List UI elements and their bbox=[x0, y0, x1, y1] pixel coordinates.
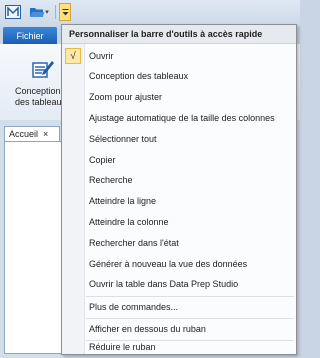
menu-item-selectionner-tout[interactable]: Sélectionner tout bbox=[84, 129, 296, 149]
table-design-icon[interactable] bbox=[32, 59, 54, 79]
menu-header: Personnaliser la barre d'outils à accès … bbox=[62, 25, 296, 44]
tab-accueil[interactable]: Accueil × bbox=[4, 126, 60, 141]
menu-item-copier[interactable]: Copier bbox=[84, 150, 296, 170]
quick-access-toolbar: ▾ bbox=[0, 0, 300, 26]
menu-item-ajustage-colonnes[interactable]: Ajustage automatique de la taille des co… bbox=[84, 108, 296, 128]
app-icon[interactable] bbox=[4, 3, 22, 21]
open-folder-icon[interactable]: ▾ bbox=[27, 3, 51, 21]
menu-item-reduire-ruban[interactable]: Réduire le ruban bbox=[84, 340, 296, 354]
customize-arrow-icon bbox=[62, 8, 68, 15]
menu-item-conception-tableaux[interactable]: Conception des tableaux bbox=[84, 66, 296, 86]
tab-accueil-label: Accueil bbox=[9, 129, 39, 139]
file-tab[interactable]: Fichier bbox=[3, 27, 57, 44]
customize-toolbar-dropdown[interactable] bbox=[59, 3, 71, 21]
menu-item-ouvrir[interactable]: Ouvrir bbox=[84, 46, 296, 66]
customize-toolbar-menu: Personnaliser la barre d'outils à accès … bbox=[61, 24, 297, 355]
menu-item-plus-commandes[interactable]: Plus de commandes... bbox=[84, 297, 296, 317]
chevron-down-icon: ▾ bbox=[45, 9, 49, 16]
menu-item-ouvrir-data-prep[interactable]: Ouvrir la table dans Data Prep Studio bbox=[84, 274, 296, 294]
menu-item-rechercher-etat[interactable]: Rechercher dans l'état bbox=[84, 233, 296, 253]
menu-gutter bbox=[62, 44, 85, 354]
close-icon[interactable]: × bbox=[43, 129, 48, 139]
toolbar-separator bbox=[55, 5, 56, 19]
menu-item-afficher-dessous-ruban[interactable]: Afficher en dessous du ruban bbox=[84, 319, 296, 339]
menu-item-generer-vue[interactable]: Générer à nouveau la vue des données bbox=[84, 254, 296, 274]
menu-item-atteindre-ligne[interactable]: Atteindre la ligne bbox=[84, 191, 296, 211]
menu-item-recherche[interactable]: Recherche bbox=[84, 170, 296, 190]
menu-item-atteindre-colonne[interactable]: Atteindre la colonne bbox=[84, 212, 296, 232]
menu-item-zoom-ajuster[interactable]: Zoom pour ajuster bbox=[84, 87, 296, 107]
checkmark-icon: √ bbox=[65, 48, 81, 64]
